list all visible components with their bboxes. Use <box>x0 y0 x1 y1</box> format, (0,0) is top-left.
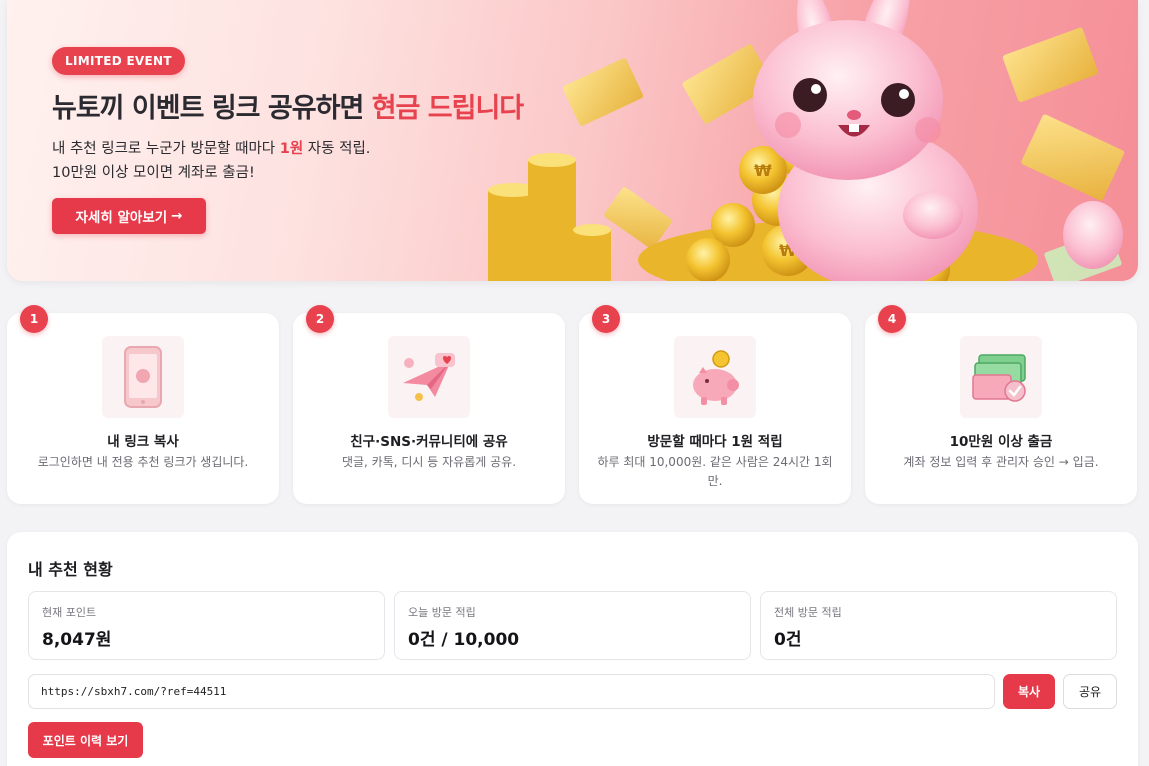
copy-button[interactable]: 복사 <box>1003 674 1055 709</box>
hero-title-accent: 현금 드립니다 <box>371 93 524 124</box>
current-points-card: 현재 포인트 8,047원 <box>28 591 385 660</box>
step-description: 댓글, 카톡, 디시 등 자유롭게 공유. <box>341 455 517 469</box>
stat-label: 전체 방문 적립 <box>774 606 842 619</box>
step-description: 하루 최대 10,000원. 같은 사람은 24시간 1회만. <box>597 455 833 488</box>
stat-value: 8,047원 <box>42 630 112 650</box>
piggy-bank-icon <box>674 336 756 418</box>
step-card-1: 1 내 링크 복사 로그인하면 내 전용 추천 링크가 생깁니다. <box>7 305 279 504</box>
stat-value: 0건 / 10,000 <box>408 630 520 650</box>
step-description: 계좌 정보 입력 후 관리자 승인 → 입금. <box>903 455 1099 469</box>
today-visits-card: 오늘 방문 적립 0건 / 10,000 <box>394 591 751 660</box>
step-description: 로그인하면 내 전용 추천 링크가 생깁니다. <box>37 455 249 469</box>
hero-title: 뉴토끼 이벤트 링크 공유하면 현금 드립니다 <box>52 86 524 125</box>
hero-desc-line1-post: 자동 적립. <box>303 141 371 157</box>
hero-illustration: ₩ ₩ ₩ ₩ <box>488 0 1125 281</box>
step-card-2: 2 친구·SNS·커뮤니티에 공유 댓글, 카톡, 디시 등 자유롭게 공유. <box>293 305 565 504</box>
referral-status-panel: 내 추천 현황 현재 포인트 8,047원 오늘 방문 적립 0건 / 10,0… <box>7 532 1138 766</box>
paper-plane-icon <box>388 336 470 418</box>
hero-desc-line1-pre: 내 추천 링크로 누군가 방문할 때마다 <box>52 141 280 157</box>
cash-icon <box>960 336 1042 418</box>
event-badge: LIMITED EVENT <box>52 47 185 75</box>
step-title: 10만원 이상 출금 <box>949 434 1053 450</box>
learn-more-button[interactable]: 자세히 알아보기 → <box>52 198 206 234</box>
step-title: 내 링크 복사 <box>107 434 179 450</box>
point-history-button[interactable]: 포인트 이력 보기 <box>28 722 143 758</box>
step-number: 3 <box>592 305 620 333</box>
svg-text:₩: ₩ <box>754 161 772 180</box>
learn-more-label: 자세히 알아보기 <box>75 210 168 226</box>
stat-value: 0건 <box>774 630 802 650</box>
step-title: 친구·SNS·커뮤니티에 공유 <box>350 434 508 450</box>
step-card-3: 3 방문할 때마다 1원 적립 하루 최대 10,000원. 같은 사람은 24… <box>579 305 851 504</box>
stat-label: 오늘 방문 적립 <box>408 606 476 619</box>
share-button[interactable]: 공유 <box>1063 674 1117 709</box>
referral-link-field[interactable] <box>28 674 995 709</box>
hero-banner: ₩ ₩ ₩ ₩ LIMITED EVENT 뉴토끼 이벤트 링크 공유하면 현금… <box>7 0 1138 281</box>
coin-stack-icon <box>488 153 611 281</box>
step-title: 방문할 때마다 1원 적립 <box>647 434 783 450</box>
hero-description: 내 추천 링크로 누군가 방문할 때마다 1원 자동 적립. 10만원 이상 모… <box>52 137 370 185</box>
total-visits-card: 전체 방문 적립 0건 <box>760 591 1117 660</box>
step-number: 2 <box>306 305 334 333</box>
hero-desc-highlight: 1원 <box>279 141 304 157</box>
step-number: 1 <box>20 305 48 333</box>
hero-title-main: 뉴토끼 이벤트 링크 공유하면 <box>52 93 372 124</box>
phone-icon <box>102 336 184 418</box>
step-card-4: 4 10만원 이상 출금 계좌 정보 입력 후 관리자 승인 → 입금. <box>865 305 1137 504</box>
stat-label: 현재 포인트 <box>42 606 97 619</box>
step-number: 4 <box>878 305 906 333</box>
hero-desc-line2: 10만원 이상 모이면 계좌로 출금! <box>52 165 255 181</box>
arrow-right-icon: → <box>171 208 183 224</box>
panel-title: 내 추천 현황 <box>28 560 113 579</box>
